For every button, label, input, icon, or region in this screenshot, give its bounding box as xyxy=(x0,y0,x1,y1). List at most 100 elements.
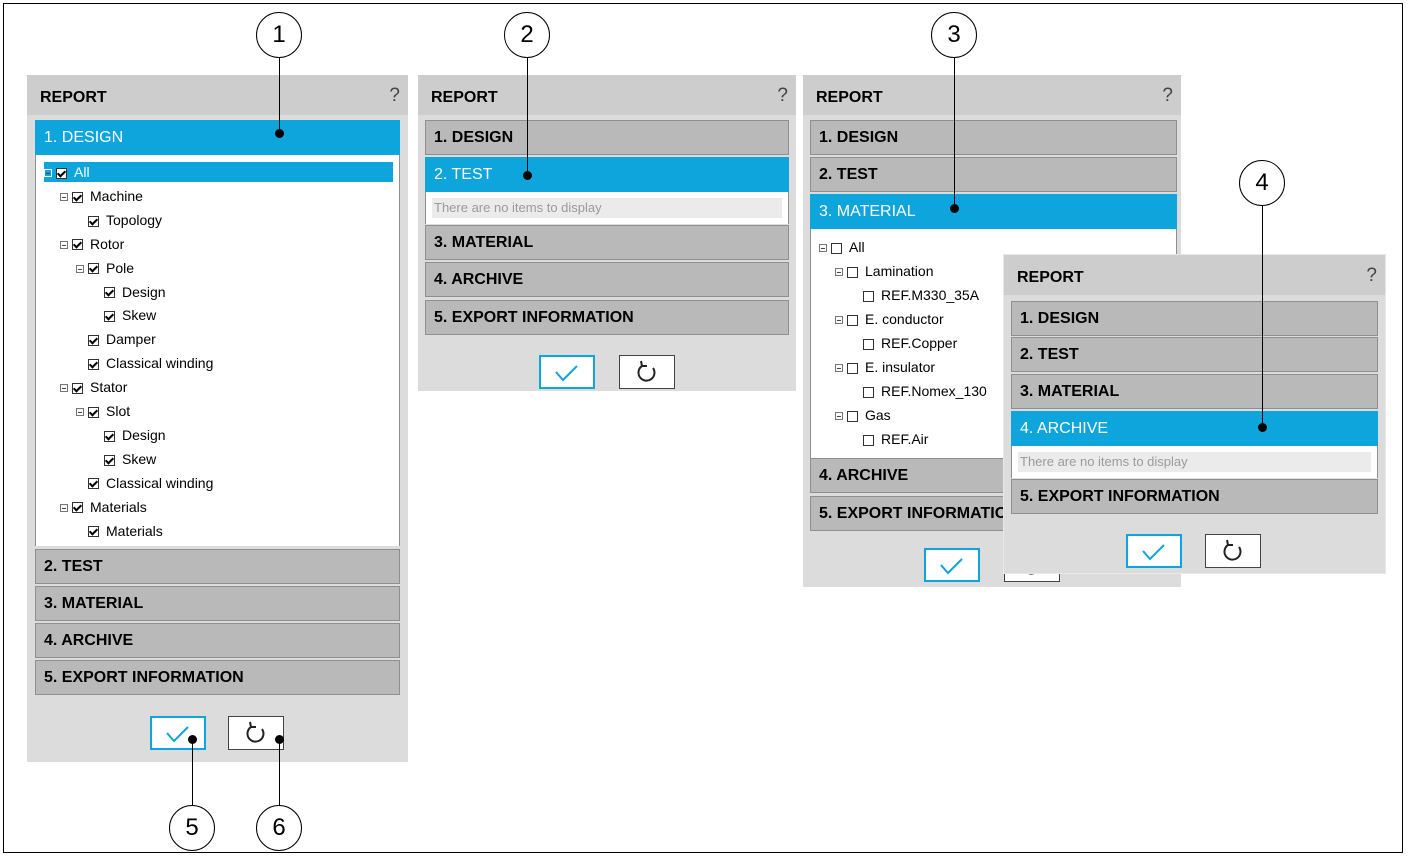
tree-item[interactable]: Topology xyxy=(88,210,162,230)
checkbox[interactable] xyxy=(88,335,99,347)
checkbox[interactable] xyxy=(72,239,83,251)
tree-item-label: Design xyxy=(122,283,166,300)
help-icon[interactable]: ? xyxy=(1162,85,1173,107)
tree-item[interactable]: Materials xyxy=(88,521,163,541)
section-test[interactable]: 2. TEST xyxy=(810,157,1177,192)
tree-item[interactable]: All xyxy=(819,237,865,257)
tree-item[interactable]: E. conductor xyxy=(835,309,944,329)
section-export[interactable]: 5. EXPORT INFORMATION xyxy=(35,660,400,695)
checkbox[interactable] xyxy=(863,290,874,302)
checkbox[interactable] xyxy=(88,478,99,490)
tree-item[interactable]: REF.M330_35A xyxy=(863,285,979,305)
tree-item[interactable]: REF.Nomex_130 xyxy=(863,381,987,401)
tree-item-label: E. insulator xyxy=(865,359,936,375)
tree-item[interactable]: Classical winding xyxy=(88,473,213,493)
section-test[interactable]: 2. TEST xyxy=(425,157,789,192)
section-archive[interactable]: 4. ARCHIVE xyxy=(35,623,400,658)
section-material[interactable]: 3. MATERIAL xyxy=(35,586,400,621)
tree-item[interactable]: All xyxy=(44,162,393,182)
tree-item[interactable]: Skew xyxy=(104,305,156,325)
checkbox[interactable] xyxy=(104,430,115,442)
section-material[interactable]: 3. MATERIAL xyxy=(1011,374,1378,409)
tree-item[interactable]: Damper xyxy=(88,329,156,349)
tree-item[interactable]: E. insulator xyxy=(835,357,935,377)
help-icon[interactable]: ? xyxy=(1366,265,1377,287)
section-archive[interactable]: 4. ARCHIVE xyxy=(1011,411,1378,446)
tree-item[interactable]: Pole xyxy=(76,258,134,278)
checkbox[interactable] xyxy=(104,311,115,323)
collapse-icon[interactable] xyxy=(60,384,68,393)
collapse-icon[interactable] xyxy=(835,364,843,373)
ok-button[interactable] xyxy=(1126,534,1182,568)
callout-5: 5 xyxy=(169,805,215,851)
collapse-icon[interactable] xyxy=(835,316,843,325)
callout-4-leader xyxy=(1262,206,1263,427)
section-design[interactable]: 1. DESIGN xyxy=(425,120,789,155)
section-material[interactable]: 3. MATERIAL xyxy=(425,225,789,260)
checkbox[interactable] xyxy=(847,266,858,278)
collapse-icon[interactable] xyxy=(835,412,843,421)
section-design[interactable]: 1. DESIGN xyxy=(810,120,1177,155)
collapse-icon[interactable] xyxy=(60,240,68,249)
checkbox[interactable] xyxy=(847,362,858,374)
checkbox[interactable] xyxy=(88,406,99,418)
collapse-icon[interactable] xyxy=(835,268,843,277)
tree-item[interactable]: Materials xyxy=(60,497,147,517)
section-test[interactable]: 2. TEST xyxy=(1011,337,1378,372)
checkbox[interactable] xyxy=(831,242,842,254)
ok-button[interactable] xyxy=(150,716,206,750)
checkbox[interactable] xyxy=(72,191,83,203)
callout-1: 1 xyxy=(256,12,302,58)
tree-item[interactable]: Classical winding xyxy=(88,353,213,373)
section-export[interactable]: 5. EXPORT INFORMATION xyxy=(425,300,789,335)
ok-button[interactable] xyxy=(539,355,595,389)
panel-title: REPORT xyxy=(1017,269,1084,286)
collapse-icon[interactable] xyxy=(44,169,52,178)
help-icon[interactable]: ? xyxy=(777,85,788,107)
checkbox[interactable] xyxy=(72,502,83,514)
collapse-icon[interactable] xyxy=(819,244,827,253)
checkbox[interactable] xyxy=(72,382,83,394)
checkbox[interactable] xyxy=(847,410,858,422)
tree-item[interactable]: Lamination xyxy=(835,261,934,281)
checkbox[interactable] xyxy=(88,526,99,538)
section-test[interactable]: 2. TEST xyxy=(35,549,400,584)
tree-item[interactable]: REF.Copper xyxy=(863,333,957,353)
tree-item[interactable]: Slot xyxy=(76,401,130,421)
section-design[interactable]: 1. DESIGN xyxy=(1011,301,1378,336)
tree-item[interactable]: Stator xyxy=(60,377,127,397)
collapse-icon[interactable] xyxy=(76,264,84,273)
callout-2: 2 xyxy=(504,12,550,58)
tree-item[interactable]: Design xyxy=(104,425,166,445)
ok-button[interactable] xyxy=(924,548,980,582)
reset-button[interactable] xyxy=(619,355,675,389)
checkbox[interactable] xyxy=(88,215,99,227)
checkbox[interactable] xyxy=(88,358,99,370)
design-tree: All Machine Topology Rotor Pole Design Skew Dam… xyxy=(35,155,400,546)
section-export[interactable]: 5. EXPORT INFORMATION xyxy=(1011,479,1378,514)
reset-button[interactable] xyxy=(228,716,284,750)
tree-item[interactable]: Design xyxy=(104,282,166,302)
reset-icon xyxy=(1223,539,1242,561)
help-icon[interactable]: ? xyxy=(389,85,400,107)
section-material[interactable]: 3. MATERIAL xyxy=(810,194,1177,229)
collapse-icon[interactable] xyxy=(60,193,68,202)
section-design[interactable]: 1. DESIGN xyxy=(35,120,400,155)
tree-item[interactable]: Rotor xyxy=(60,234,124,254)
tree-item[interactable]: Gas xyxy=(835,405,891,425)
checkbox[interactable] xyxy=(88,263,99,275)
tree-item[interactable]: Machine xyxy=(60,186,143,206)
collapse-icon[interactable] xyxy=(60,503,68,512)
checkbox[interactable] xyxy=(56,167,67,179)
checkbox[interactable] xyxy=(104,287,115,299)
checkbox[interactable] xyxy=(863,386,874,398)
section-archive[interactable]: 4. ARCHIVE xyxy=(425,262,789,297)
checkbox[interactable] xyxy=(847,314,858,326)
checkbox[interactable] xyxy=(104,454,115,466)
checkbox[interactable] xyxy=(863,434,874,446)
tree-item[interactable]: REF.Air xyxy=(863,429,928,449)
collapse-icon[interactable] xyxy=(76,408,84,417)
checkbox[interactable] xyxy=(863,338,874,350)
reset-button[interactable] xyxy=(1205,534,1261,568)
tree-item[interactable]: Skew xyxy=(104,449,156,469)
